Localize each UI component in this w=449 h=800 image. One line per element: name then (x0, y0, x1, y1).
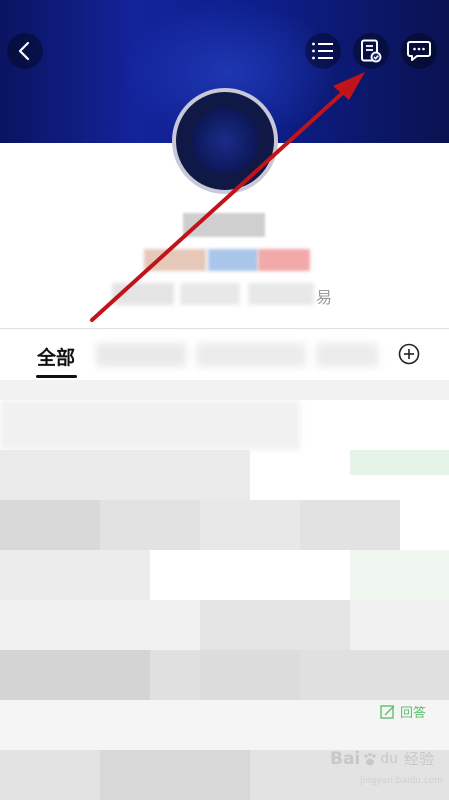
mosaic-6 (200, 600, 350, 650)
chat-bubble-icon (407, 41, 431, 61)
baidu-watermark: Bai du 经验 (330, 748, 434, 769)
info-value2-blurred (248, 283, 314, 305)
answer-label: 回答 (400, 706, 427, 721)
mosaic-12 (100, 750, 250, 800)
plus-circle-icon[interactable] (398, 343, 420, 365)
mosaic-3 (0, 550, 150, 600)
tab-blurred-3[interactable] (316, 343, 378, 367)
list-icon (312, 42, 333, 60)
mosaic-9 (200, 650, 300, 700)
content-feed: 回答 (0, 380, 449, 800)
watermark-bai: Bai (330, 748, 361, 769)
question-line-blurred (0, 450, 250, 500)
back-button[interactable] (7, 33, 43, 69)
honor-badge-blurred (258, 249, 310, 271)
chevron-left-icon (18, 41, 30, 61)
mosaic-2 (200, 500, 300, 550)
tab-blurred-2[interactable] (196, 343, 306, 367)
tag-blurred (350, 450, 449, 475)
username-blurred (183, 213, 265, 237)
tab-blurred-1[interactable] (96, 343, 186, 367)
role-badge-blurred (208, 249, 258, 271)
question-title-blurred[interactable] (0, 400, 300, 450)
mosaic-8 (0, 650, 150, 700)
tab-bar: 全部 (0, 328, 449, 382)
watermark-url: jingyan.baidu.com (360, 776, 444, 786)
history-button[interactable] (353, 33, 389, 69)
info-label-blurred (112, 283, 174, 305)
paw-icon (364, 752, 377, 765)
mosaic-1 (0, 500, 100, 550)
menu-button[interactable] (305, 33, 341, 69)
edit-icon (380, 704, 395, 719)
avatar[interactable] (172, 88, 278, 194)
tab-active-indicator (36, 375, 77, 378)
avatar-image (192, 108, 258, 174)
message-button[interactable] (401, 33, 437, 69)
watermark-du: du (380, 750, 399, 767)
feed-spacer (0, 380, 449, 400)
mosaic-4 (350, 550, 449, 600)
info-suffix: 易 (316, 288, 333, 307)
document-check-icon (361, 39, 382, 63)
info-value-blurred (180, 283, 240, 305)
watermark-text: 经验 (404, 750, 435, 768)
tab-all[interactable]: 全部 (37, 343, 75, 370)
level-badge-blurred (144, 249, 206, 271)
answer-button[interactable]: 回答 (380, 702, 426, 721)
